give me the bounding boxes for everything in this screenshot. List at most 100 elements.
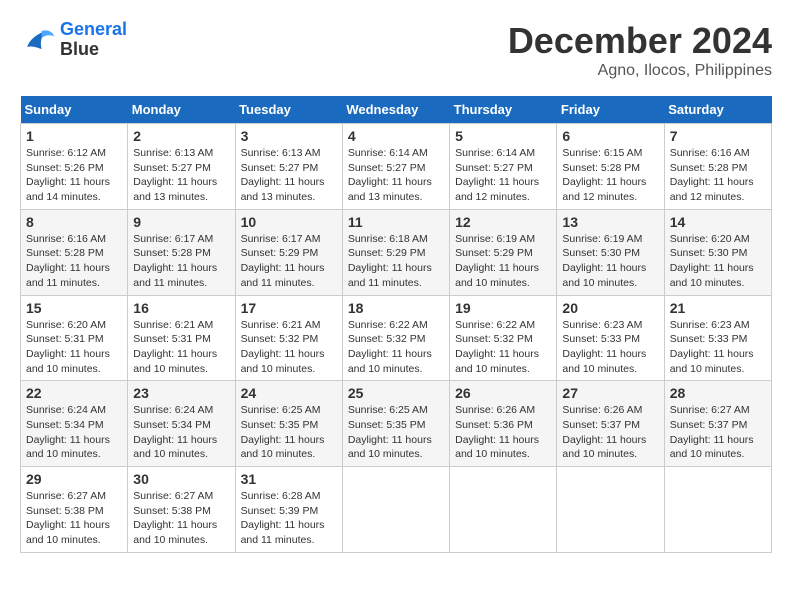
logo: General Blue bbox=[20, 20, 127, 60]
col-friday: Friday bbox=[557, 96, 664, 124]
day-number: 13 bbox=[562, 214, 658, 230]
calendar-week-3: 15 Sunrise: 6:20 AM Sunset: 5:31 PM Dayli… bbox=[21, 295, 772, 381]
day-info: Sunrise: 6:12 AM Sunset: 5:26 PM Dayligh… bbox=[26, 146, 122, 205]
day-number: 12 bbox=[455, 214, 551, 230]
day-info: Sunrise: 6:23 AM Sunset: 5:33 PM Dayligh… bbox=[670, 318, 766, 377]
calendar-cell: 25 Sunrise: 6:25 AM Sunset: 5:35 PM Dayli… bbox=[342, 381, 449, 467]
col-saturday: Saturday bbox=[664, 96, 771, 124]
day-number: 28 bbox=[670, 385, 766, 401]
day-number: 29 bbox=[26, 471, 122, 487]
day-number: 11 bbox=[348, 214, 444, 230]
calendar-cell: 22Sunrise: 6:24 AM Sunset: 5:34 PM Dayli… bbox=[21, 381, 128, 467]
calendar-cell: 29Sunrise: 6:27 AM Sunset: 5:38 PM Dayli… bbox=[21, 467, 128, 553]
calendar-cell: 13Sunrise: 6:19 AM Sunset: 5:30 PM Dayli… bbox=[557, 209, 664, 295]
day-info: Sunrise: 6:17 AM Sunset: 5:29 PM Dayligh… bbox=[241, 232, 337, 291]
calendar-cell: 31Sunrise: 6:28 AM Sunset: 5:39 PM Dayli… bbox=[235, 467, 342, 553]
day-info: Sunrise: 6:22 AM Sunset: 5:32 PM Dayligh… bbox=[348, 318, 444, 377]
day-number: 20 bbox=[562, 300, 658, 316]
day-info: Sunrise: 6:27 AM Sunset: 5:37 PM Dayligh… bbox=[670, 403, 766, 462]
day-number: 8 bbox=[26, 214, 122, 230]
calendar-cell: 24 Sunrise: 6:25 AM Sunset: 5:35 PM Dayli… bbox=[235, 381, 342, 467]
calendar-cell: 12Sunrise: 6:19 AM Sunset: 5:29 PM Dayli… bbox=[450, 209, 557, 295]
day-number: 10 bbox=[241, 214, 337, 230]
calendar-cell: 8 Sunrise: 6:16 AM Sunset: 5:28 PM Daylig… bbox=[21, 209, 128, 295]
calendar-cell: 10 Sunrise: 6:17 AM Sunset: 5:29 PM Dayli… bbox=[235, 209, 342, 295]
calendar-cell: 18 Sunrise: 6:22 AM Sunset: 5:32 PM Dayli… bbox=[342, 295, 449, 381]
day-info: Sunrise: 6:16 AM Sunset: 5:28 PM Dayligh… bbox=[26, 232, 122, 291]
calendar-cell: 15 Sunrise: 6:20 AM Sunset: 5:31 PM Dayli… bbox=[21, 295, 128, 381]
calendar-cell: 17 Sunrise: 6:21 AM Sunset: 5:32 PM Dayli… bbox=[235, 295, 342, 381]
calendar-cell: 19Sunrise: 6:22 AM Sunset: 5:32 PM Dayli… bbox=[450, 295, 557, 381]
day-number: 3 bbox=[241, 128, 337, 144]
day-info: Sunrise: 6:20 AM Sunset: 5:30 PM Dayligh… bbox=[670, 232, 766, 291]
day-number: 19 bbox=[455, 300, 551, 316]
logo-icon bbox=[20, 22, 56, 58]
day-info: Sunrise: 6:25 AM Sunset: 5:35 PM Dayligh… bbox=[348, 403, 444, 462]
day-number: 23 bbox=[133, 385, 229, 401]
day-number: 15 bbox=[26, 300, 122, 316]
col-wednesday: Wednesday bbox=[342, 96, 449, 124]
calendar-cell bbox=[664, 467, 771, 553]
logo-text: General Blue bbox=[60, 20, 127, 60]
day-number: 14 bbox=[670, 214, 766, 230]
col-thursday: Thursday bbox=[450, 96, 557, 124]
day-info: Sunrise: 6:18 AM Sunset: 5:29 PM Dayligh… bbox=[348, 232, 444, 291]
day-info: Sunrise: 6:13 AM Sunset: 5:27 PM Dayligh… bbox=[133, 146, 229, 205]
calendar-cell: 1 Sunrise: 6:12 AM Sunset: 5:26 PM Daylig… bbox=[21, 124, 128, 210]
day-info: Sunrise: 6:14 AM Sunset: 5:27 PM Dayligh… bbox=[348, 146, 444, 205]
day-number: 9 bbox=[133, 214, 229, 230]
col-monday: Monday bbox=[128, 96, 235, 124]
day-info: Sunrise: 6:14 AM Sunset: 5:27 PM Dayligh… bbox=[455, 146, 551, 205]
calendar-cell: 21 Sunrise: 6:23 AM Sunset: 5:33 PM Dayli… bbox=[664, 295, 771, 381]
day-info: Sunrise: 6:28 AM Sunset: 5:39 PM Dayligh… bbox=[241, 489, 337, 548]
calendar-week-2: 8 Sunrise: 6:16 AM Sunset: 5:28 PM Daylig… bbox=[21, 209, 772, 295]
calendar-cell: 20 Sunrise: 6:23 AM Sunset: 5:33 PM Dayli… bbox=[557, 295, 664, 381]
calendar-cell: 6Sunrise: 6:15 AM Sunset: 5:28 PM Daylig… bbox=[557, 124, 664, 210]
day-info: Sunrise: 6:26 AM Sunset: 5:37 PM Dayligh… bbox=[562, 403, 658, 462]
day-info: Sunrise: 6:13 AM Sunset: 5:27 PM Dayligh… bbox=[241, 146, 337, 205]
day-number: 27 bbox=[562, 385, 658, 401]
day-number: 1 bbox=[26, 128, 122, 144]
calendar-cell: 28 Sunrise: 6:27 AM Sunset: 5:37 PM Dayli… bbox=[664, 381, 771, 467]
calendar-cell: 3 Sunrise: 6:13 AM Sunset: 5:27 PM Daylig… bbox=[235, 124, 342, 210]
calendar-table: Sunday Monday Tuesday Wednesday Thursday… bbox=[20, 96, 772, 553]
day-number: 2 bbox=[133, 128, 229, 144]
calendar-cell: 26 Sunrise: 6:26 AM Sunset: 5:36 PM Dayli… bbox=[450, 381, 557, 467]
calendar-week-1: 1 Sunrise: 6:12 AM Sunset: 5:26 PM Daylig… bbox=[21, 124, 772, 210]
day-number: 17 bbox=[241, 300, 337, 316]
location-title: Agno, Ilocos, Philippines bbox=[508, 62, 772, 80]
calendar-week-5: 29 Sunrise: 6:27 AM Sunset: 5:38 PM Dayli… bbox=[21, 467, 772, 553]
day-number: 26 bbox=[455, 385, 551, 401]
day-info: Sunrise: 6:15 AM Sunset: 5:28 PM Dayligh… bbox=[562, 146, 658, 205]
day-info: Sunrise: 6:26 AM Sunset: 5:36 PM Dayligh… bbox=[455, 403, 551, 462]
calendar-cell: 11 Sunrise: 6:18 AM Sunset: 5:29 PM Dayli… bbox=[342, 209, 449, 295]
day-info: Sunrise: 6:24 AM Sunset: 5:34 PM Dayligh… bbox=[133, 403, 229, 462]
calendar-cell: 9 Sunrise: 6:17 AM Sunset: 5:28 PM Daylig… bbox=[128, 209, 235, 295]
day-info: Sunrise: 6:21 AM Sunset: 5:32 PM Dayligh… bbox=[241, 318, 337, 377]
day-info: Sunrise: 6:21 AM Sunset: 5:31 PM Dayligh… bbox=[133, 318, 229, 377]
day-info: Sunrise: 6:20 AM Sunset: 5:31 PM Dayligh… bbox=[26, 318, 122, 377]
month-title: December 2024 bbox=[508, 20, 772, 62]
day-number: 18 bbox=[348, 300, 444, 316]
calendar-cell: 2 Sunrise: 6:13 AM Sunset: 5:27 PM Daylig… bbox=[128, 124, 235, 210]
calendar-cell: 14 Sunrise: 6:20 AM Sunset: 5:30 PM Dayli… bbox=[664, 209, 771, 295]
page-header: General Blue December 2024 Agno, Ilocos,… bbox=[20, 20, 772, 80]
day-info: Sunrise: 6:17 AM Sunset: 5:28 PM Dayligh… bbox=[133, 232, 229, 291]
day-info: Sunrise: 6:25 AM Sunset: 5:35 PM Dayligh… bbox=[241, 403, 337, 462]
calendar-cell bbox=[342, 467, 449, 553]
calendar-cell: 30Sunrise: 6:27 AM Sunset: 5:38 PM Dayli… bbox=[128, 467, 235, 553]
day-info: Sunrise: 6:23 AM Sunset: 5:33 PM Dayligh… bbox=[562, 318, 658, 377]
calendar-cell: 16Sunrise: 6:21 AM Sunset: 5:31 PM Dayli… bbox=[128, 295, 235, 381]
day-number: 24 bbox=[241, 385, 337, 401]
day-info: Sunrise: 6:27 AM Sunset: 5:38 PM Dayligh… bbox=[133, 489, 229, 548]
day-info: Sunrise: 6:24 AM Sunset: 5:34 PM Dayligh… bbox=[26, 403, 122, 462]
day-info: Sunrise: 6:16 AM Sunset: 5:28 PM Dayligh… bbox=[670, 146, 766, 205]
day-number: 21 bbox=[670, 300, 766, 316]
calendar-cell: 7Sunrise: 6:16 AM Sunset: 5:28 PM Daylig… bbox=[664, 124, 771, 210]
title-block: December 2024 Agno, Ilocos, Philippines bbox=[508, 20, 772, 80]
day-number: 4 bbox=[348, 128, 444, 144]
calendar-cell: 27 Sunrise: 6:26 AM Sunset: 5:37 PM Dayli… bbox=[557, 381, 664, 467]
calendar-cell: 23 Sunrise: 6:24 AM Sunset: 5:34 PM Dayli… bbox=[128, 381, 235, 467]
calendar-cell: 5Sunrise: 6:14 AM Sunset: 5:27 PM Daylig… bbox=[450, 124, 557, 210]
day-number: 25 bbox=[348, 385, 444, 401]
